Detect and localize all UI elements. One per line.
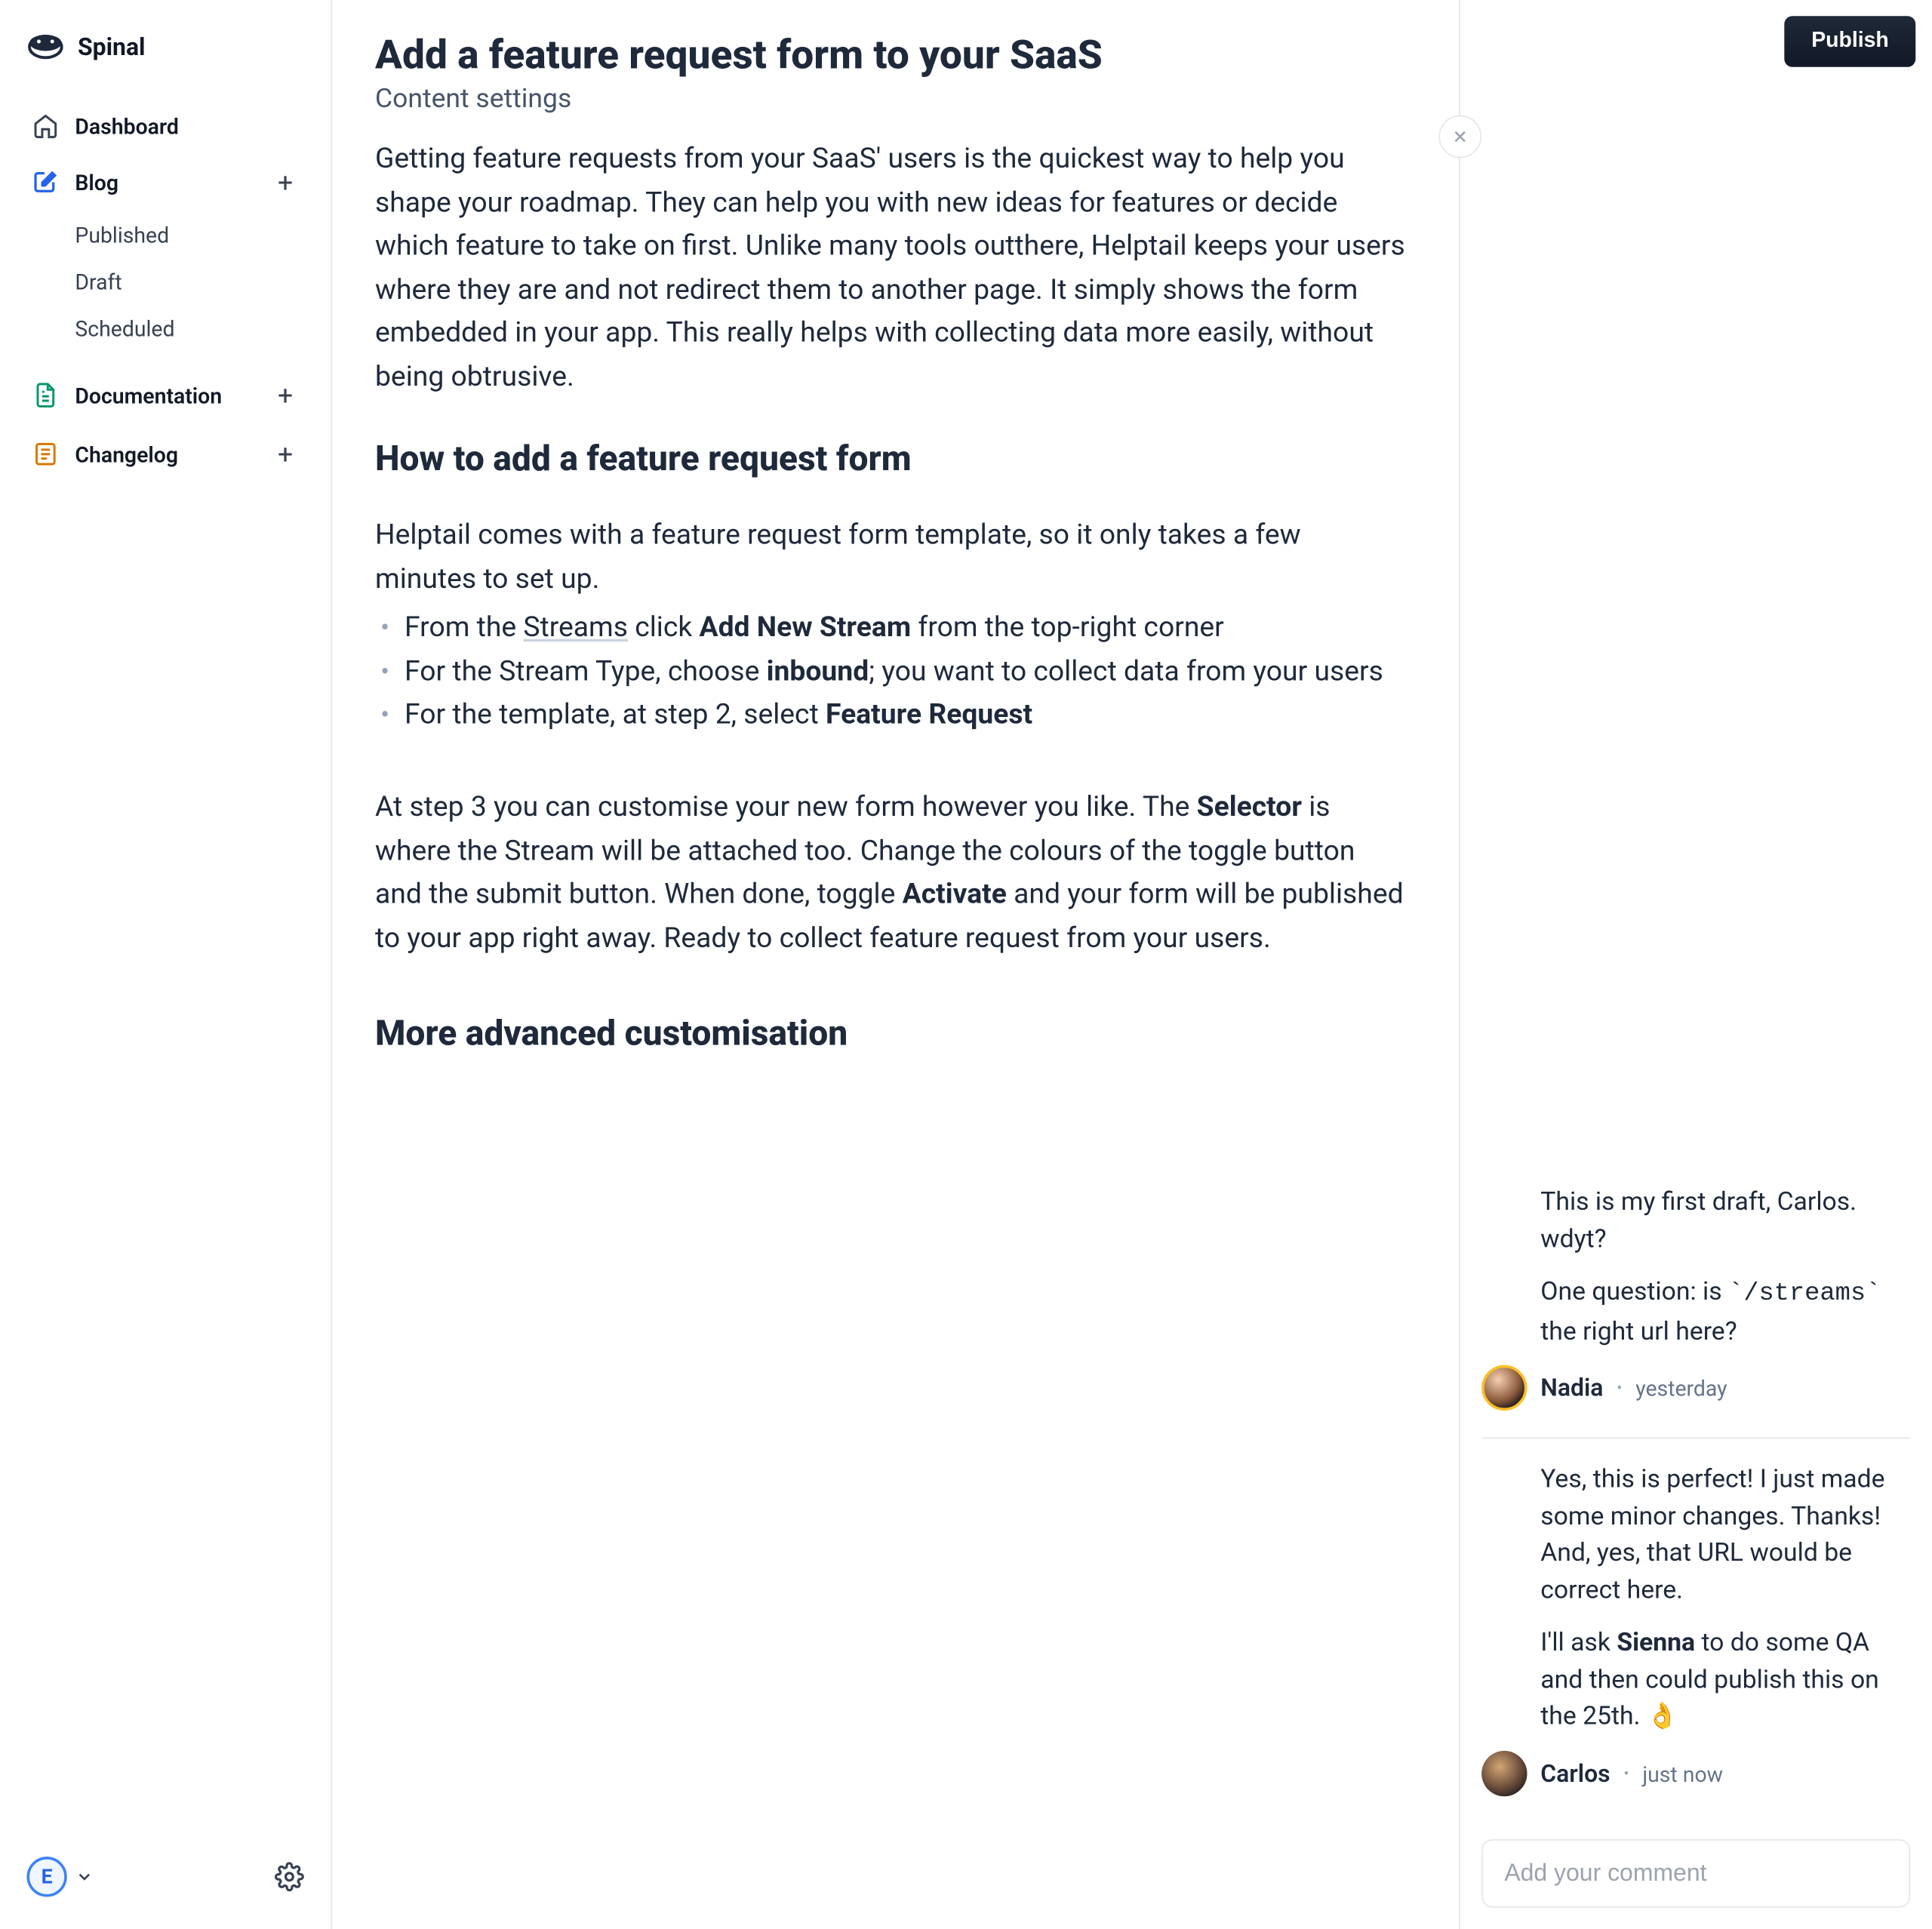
comment-item: Yes, this is perfect! I just made some m… bbox=[1481, 1439, 1910, 1823]
comment-author: Nadia bbox=[1540, 1374, 1603, 1402]
publish-button[interactable]: Publish bbox=[1785, 16, 1916, 66]
sidebar-item-label: Changelog bbox=[75, 441, 178, 467]
sidebar-item-blog[interactable]: Blog + bbox=[21, 152, 309, 211]
avatar bbox=[1481, 1365, 1527, 1411]
article-subtitle[interactable]: Content settings bbox=[375, 82, 1407, 114]
add-blog-button[interactable]: + bbox=[272, 166, 299, 198]
sidebar-item-dashboard[interactable]: Dashboard bbox=[21, 99, 309, 152]
article-paragraph[interactable]: Getting feature requests from your SaaS'… bbox=[375, 138, 1407, 400]
comment-input[interactable] bbox=[1481, 1839, 1910, 1908]
sidebar-item-scheduled[interactable]: Scheduled bbox=[75, 306, 309, 352]
comments-panel: Publish This is my first draft, Carlos. … bbox=[1460, 0, 1932, 1929]
home-icon bbox=[32, 112, 60, 140]
article-paragraph[interactable]: At step 3 you can customise your new for… bbox=[375, 786, 1407, 961]
document-icon bbox=[32, 382, 60, 409]
sidebar-item-draft[interactable]: Draft bbox=[75, 259, 309, 306]
comment-text: Yes, this is perfect! I just made some m… bbox=[1540, 1460, 1910, 1608]
streams-link[interactable]: Streams bbox=[523, 613, 628, 645]
close-panel-button[interactable] bbox=[1438, 115, 1481, 158]
chevron-down-icon bbox=[75, 1867, 94, 1886]
sidebar-item-label: Documentation bbox=[75, 383, 222, 408]
edit-icon bbox=[32, 169, 60, 196]
comment-timestamp: yesterday bbox=[1635, 1375, 1727, 1401]
comment-item: This is my first draft, Carlos. wdyt? On… bbox=[1481, 1161, 1910, 1439]
close-icon bbox=[1451, 128, 1469, 146]
comment-author: Carlos bbox=[1540, 1759, 1610, 1787]
comment-timestamp: just now bbox=[1642, 1761, 1723, 1786]
spinal-logo-icon bbox=[27, 32, 65, 62]
article-bullet-list[interactable]: From the Streams click Add New Stream fr… bbox=[375, 608, 1407, 738]
list-item[interactable]: From the Streams click Add New Stream fr… bbox=[375, 608, 1407, 651]
sidebar-item-changelog[interactable]: Changelog + bbox=[21, 425, 309, 484]
comment-text: I'll ask Sienna to do some QA and then c… bbox=[1540, 1624, 1910, 1735]
article-heading[interactable]: More advanced customisation bbox=[375, 1014, 1407, 1054]
user-mention[interactable]: Sienna bbox=[1617, 1626, 1695, 1657]
add-changelog-button[interactable]: + bbox=[272, 438, 299, 470]
article-heading[interactable]: How to add a feature request form bbox=[375, 440, 1407, 480]
sidebar-item-published[interactable]: Published bbox=[75, 211, 309, 258]
sidebar-item-documentation[interactable]: Documentation + bbox=[21, 366, 309, 425]
user-menu-button[interactable]: E bbox=[27, 1857, 94, 1897]
avatar bbox=[1481, 1751, 1527, 1796]
comment-text: This is my first draft, Carlos. wdyt? bbox=[1540, 1183, 1910, 1257]
brand-name: Spinal bbox=[78, 32, 146, 60]
comment-text: One question: is `/streams` the right ur… bbox=[1540, 1272, 1910, 1349]
blog-subnav: Published Draft Scheduled bbox=[21, 211, 309, 352]
sidebar-item-label: Dashboard bbox=[75, 113, 178, 139]
changelog-icon bbox=[32, 441, 60, 468]
user-avatar-initial: E bbox=[27, 1857, 67, 1897]
add-documentation-button[interactable]: + bbox=[272, 379, 299, 411]
sidebar-item-label: Blog bbox=[75, 170, 118, 195]
article-paragraph[interactable]: Helptail comes with a feature request fo… bbox=[375, 515, 1407, 602]
editor-main: Add a feature request form to your SaaS … bbox=[332, 0, 1460, 1929]
list-item[interactable]: For the template, at step 2, select Feat… bbox=[375, 694, 1407, 738]
article-title[interactable]: Add a feature request form to your SaaS bbox=[375, 32, 1407, 79]
list-item[interactable]: For the Stream Type, choose inbound; you… bbox=[375, 651, 1407, 695]
settings-button[interactable] bbox=[275, 1862, 304, 1891]
sidebar: Spinal Dashboard Blog + Published Draft … bbox=[0, 0, 332, 1929]
brand-logo[interactable]: Spinal bbox=[21, 32, 309, 62]
